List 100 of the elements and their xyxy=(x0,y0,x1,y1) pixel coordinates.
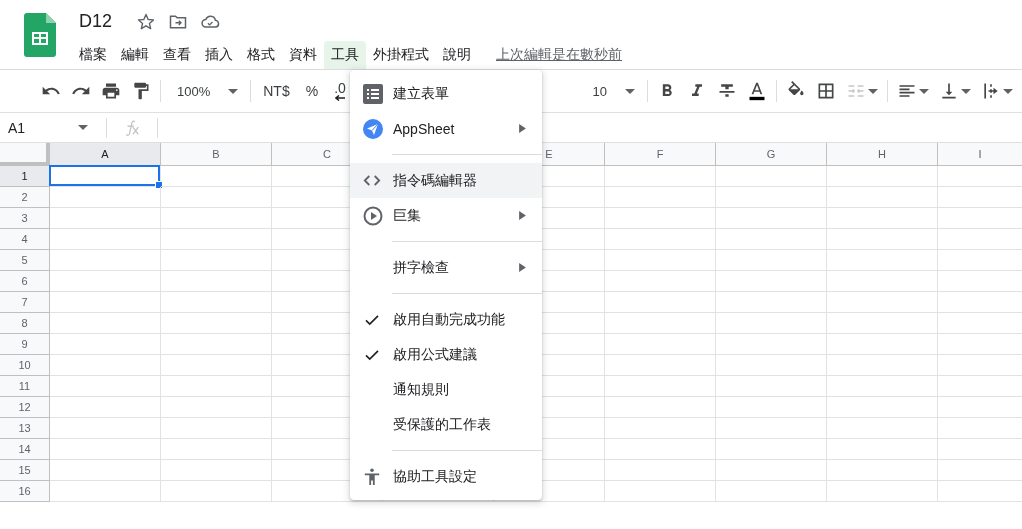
grid-cell[interactable] xyxy=(605,397,716,418)
column-header[interactable]: I xyxy=(938,143,1022,166)
grid-cell[interactable] xyxy=(605,187,716,208)
menu-option[interactable]: 巨集 xyxy=(350,198,542,233)
row-header[interactable]: 13 xyxy=(0,418,50,439)
column-header[interactable]: H xyxy=(827,143,938,166)
dropdown-button[interactable]: 10 xyxy=(580,76,643,106)
menu-item[interactable]: 插入 xyxy=(198,41,240,69)
grid-cell[interactable] xyxy=(605,376,716,397)
grid-cell[interactable] xyxy=(50,313,161,334)
menu-option[interactable]: 拼字檢查 xyxy=(350,250,542,285)
grid-cell[interactable] xyxy=(161,229,272,250)
grid-cell[interactable] xyxy=(716,376,827,397)
grid-cell[interactable] xyxy=(161,376,272,397)
row-header[interactable]: 7 xyxy=(0,292,50,313)
grid-cell[interactable] xyxy=(605,418,716,439)
row-header[interactable]: 6 xyxy=(0,271,50,292)
grid-cell[interactable] xyxy=(50,418,161,439)
dropdown-button[interactable]: 100% xyxy=(165,76,247,106)
grid-cell[interactable] xyxy=(605,355,716,376)
grid-cell[interactable] xyxy=(716,355,827,376)
column-header[interactable]: A xyxy=(50,143,161,166)
row-header[interactable]: 8 xyxy=(0,313,50,334)
grid-cell[interactable] xyxy=(50,397,161,418)
grid-cell[interactable] xyxy=(827,397,938,418)
menu-item[interactable]: 資料 xyxy=(282,41,324,69)
row-header[interactable]: 3 xyxy=(0,208,50,229)
menu-item[interactable]: 格式 xyxy=(240,41,282,69)
star-icon[interactable] xyxy=(136,11,157,32)
grid-cell[interactable] xyxy=(716,250,827,271)
grid-cell[interactable] xyxy=(827,187,938,208)
grid-cell[interactable] xyxy=(605,271,716,292)
grid-cell[interactable] xyxy=(161,166,272,187)
grid-cell[interactable] xyxy=(716,481,827,502)
last-edit-link[interactable]: 上次編輯是在數秒前 xyxy=(496,46,622,64)
menu-option[interactable]: 啟用自動完成功能 xyxy=(350,302,542,337)
grid-cell[interactable] xyxy=(50,187,161,208)
grid-cell[interactable] xyxy=(827,418,938,439)
grid-cell[interactable] xyxy=(716,208,827,229)
grid-cell[interactable] xyxy=(716,334,827,355)
row-header[interactable]: 9 xyxy=(0,334,50,355)
grid-cell[interactable] xyxy=(605,481,716,502)
grid-cell[interactable] xyxy=(50,439,161,460)
grid-cell[interactable] xyxy=(50,208,161,229)
grid-cell[interactable] xyxy=(605,250,716,271)
menu-item[interactable]: 說明 xyxy=(436,41,478,69)
grid-cell[interactable] xyxy=(50,460,161,481)
format-button[interactable]: NT$ xyxy=(255,76,298,106)
row-header[interactable]: 4 xyxy=(0,229,50,250)
grid-cell[interactable] xyxy=(716,271,827,292)
grid-cell[interactable] xyxy=(827,355,938,376)
row-header[interactable]: 12 xyxy=(0,397,50,418)
grid-cell[interactable] xyxy=(161,271,272,292)
grid-cell[interactable] xyxy=(605,292,716,313)
column-header[interactable]: G xyxy=(716,143,827,166)
grid-cell[interactable] xyxy=(716,460,827,481)
sheets-logo-icon[interactable] xyxy=(24,13,56,57)
grid-cell[interactable] xyxy=(716,439,827,460)
grid-cell[interactable] xyxy=(161,481,272,502)
grid-cell[interactable] xyxy=(50,250,161,271)
menu-item[interactable]: 編輯 xyxy=(114,41,156,69)
grid-cell[interactable] xyxy=(827,271,938,292)
grid-cell[interactable] xyxy=(50,481,161,502)
grid-cell[interactable] xyxy=(50,376,161,397)
menu-option[interactable]: 協助工具設定 xyxy=(350,459,542,494)
column-header[interactable]: B xyxy=(161,143,272,166)
grid-cell[interactable] xyxy=(161,292,272,313)
menu-item[interactable]: 查看 xyxy=(156,41,198,69)
grid-cell[interactable] xyxy=(161,187,272,208)
grid-cell[interactable] xyxy=(827,460,938,481)
row-header[interactable]: 15 xyxy=(0,460,50,481)
grid-cell[interactable] xyxy=(827,481,938,502)
name-box[interactable]: A1 xyxy=(0,119,96,136)
grid-cell[interactable] xyxy=(161,250,272,271)
grid-cell[interactable] xyxy=(827,229,938,250)
grid-cell[interactable] xyxy=(716,397,827,418)
row-header[interactable]: 11 xyxy=(0,376,50,397)
grid-cell[interactable] xyxy=(50,292,161,313)
grid-cell[interactable] xyxy=(827,208,938,229)
grid-cell[interactable] xyxy=(605,208,716,229)
grid-cell[interactable] xyxy=(161,334,272,355)
grid-cell[interactable] xyxy=(716,187,827,208)
grid-cell[interactable] xyxy=(716,292,827,313)
menu-option[interactable]: 通知規則 xyxy=(350,372,542,407)
grid-cell[interactable] xyxy=(161,439,272,460)
row-header[interactable]: 5 xyxy=(0,250,50,271)
row-header[interactable]: 10 xyxy=(0,355,50,376)
menu-option[interactable]: 指令碼編輯器 xyxy=(350,163,542,198)
grid-cell[interactable] xyxy=(50,334,161,355)
grid-cell[interactable] xyxy=(605,313,716,334)
grid-cell[interactable] xyxy=(50,271,161,292)
grid-cell[interactable] xyxy=(161,397,272,418)
grid-cell[interactable] xyxy=(827,439,938,460)
grid-cell[interactable] xyxy=(827,250,938,271)
row-header[interactable]: 16 xyxy=(0,481,50,502)
grid-cell[interactable] xyxy=(605,334,716,355)
format-button[interactable]: % xyxy=(297,76,327,106)
grid-cell[interactable] xyxy=(50,229,161,250)
grid-cell[interactable] xyxy=(161,313,272,334)
row-header[interactable]: 14 xyxy=(0,439,50,460)
